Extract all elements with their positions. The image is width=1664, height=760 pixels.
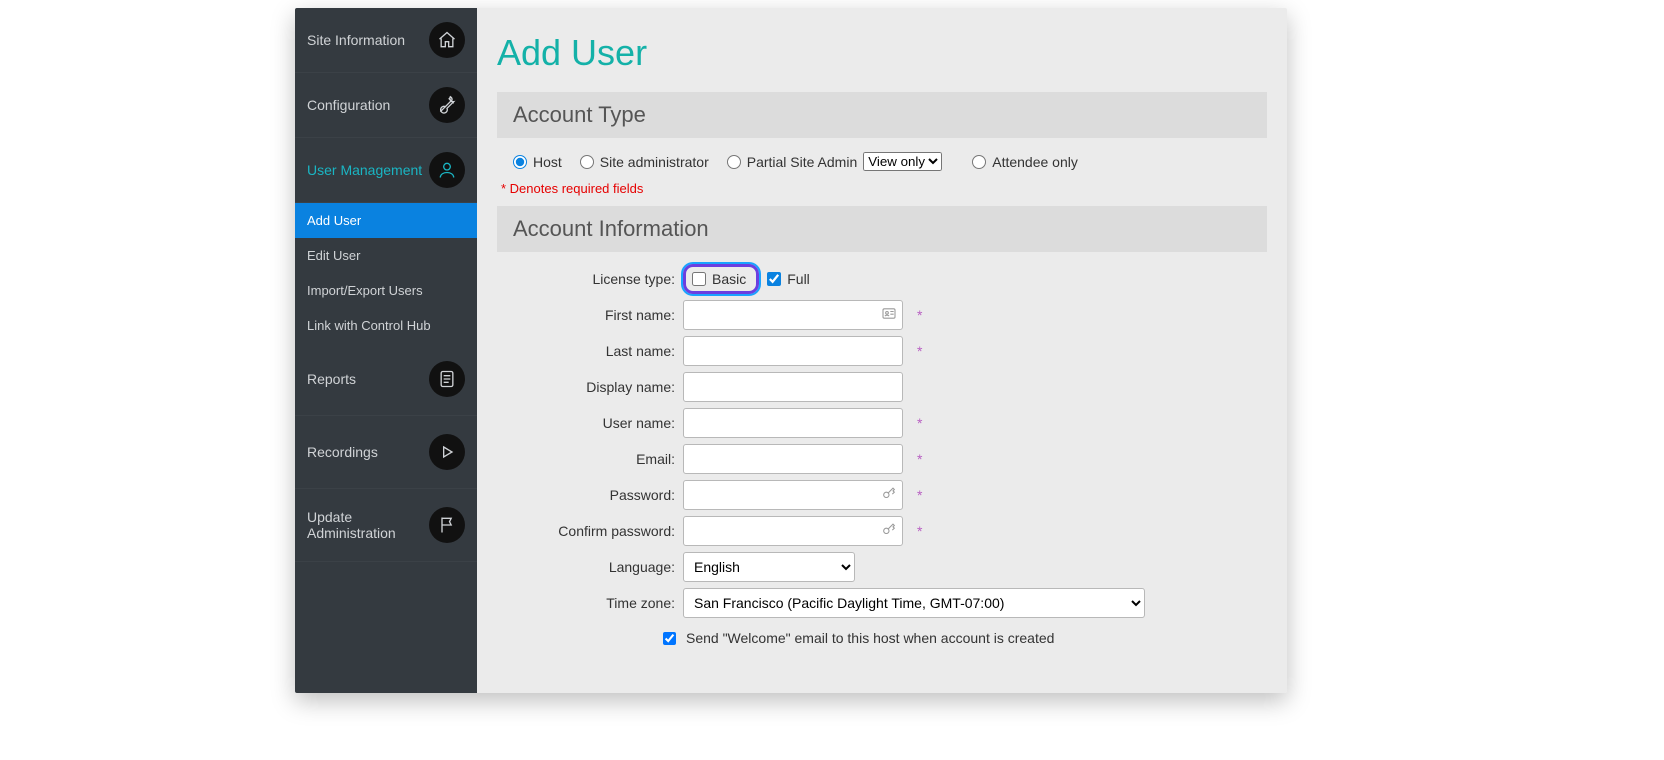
language-select[interactable]: English bbox=[683, 552, 855, 582]
radio-host-input[interactable] bbox=[513, 155, 527, 169]
label-user-name: User name: bbox=[497, 415, 683, 431]
sidebar-label: Recordings bbox=[307, 444, 429, 460]
last-name-input[interactable] bbox=[683, 336, 903, 366]
main-content: Add User Account Type Host Site administ… bbox=[477, 8, 1287, 693]
checkbox-license-basic-label: Basic bbox=[712, 271, 746, 287]
app-window: Site Information Configuration User Mana… bbox=[295, 8, 1287, 693]
sidebar-item-recordings[interactable]: Recordings bbox=[295, 416, 477, 489]
row-user-name: User name: * bbox=[497, 408, 1267, 438]
play-icon bbox=[429, 434, 465, 470]
sidebar-submenu-user-management: Add User Edit User Import/Export Users L… bbox=[295, 203, 477, 343]
row-confirm-password: Confirm password: * bbox=[497, 516, 1267, 546]
row-send-welcome: Send "Welcome" email to this host when a… bbox=[497, 630, 1267, 646]
radio-attendee-only-label: Attendee only bbox=[992, 154, 1078, 170]
password-input[interactable] bbox=[683, 480, 903, 510]
sidebar-item-configuration[interactable]: Configuration bbox=[295, 73, 477, 138]
sidebar-label: Reports bbox=[307, 371, 429, 387]
sidebar-label: User Management bbox=[307, 162, 429, 178]
sidebar-label: Update Administration bbox=[307, 509, 429, 541]
radio-site-admin[interactable]: Site administrator bbox=[580, 154, 709, 170]
account-info-form: License type: Basic Full First name bbox=[497, 252, 1267, 646]
sidebar-subitem-import-export-users[interactable]: Import/Export Users bbox=[295, 273, 477, 308]
radio-partial-site-admin-input[interactable] bbox=[727, 155, 741, 169]
radio-host[interactable]: Host bbox=[513, 154, 562, 170]
send-welcome-label: Send "Welcome" email to this host when a… bbox=[686, 630, 1054, 646]
sidebar-subitem-add-user[interactable]: Add User bbox=[295, 203, 477, 238]
tools-icon bbox=[429, 87, 465, 123]
checkbox-license-full-label: Full bbox=[787, 271, 810, 287]
row-last-name: Last name: * bbox=[497, 336, 1267, 366]
contact-card-icon bbox=[881, 306, 897, 325]
partial-site-admin-select[interactable]: View only bbox=[863, 152, 942, 171]
sidebar-item-user-management[interactable]: User Management bbox=[295, 138, 477, 203]
row-display-name: Display name: bbox=[497, 372, 1267, 402]
sidebar-subitem-edit-user[interactable]: Edit User bbox=[295, 238, 477, 273]
account-type-row: Host Site administrator Partial Site Adm… bbox=[497, 138, 1267, 181]
sidebar-subitem-link-control-hub[interactable]: Link with Control Hub bbox=[295, 308, 477, 343]
required-star: * bbox=[917, 487, 922, 503]
user-name-input[interactable] bbox=[683, 408, 903, 438]
row-language: Language: English bbox=[497, 552, 1267, 582]
label-confirm-password: Confirm password: bbox=[497, 523, 683, 539]
label-first-name: First name: bbox=[497, 307, 683, 323]
label-display-name: Display name: bbox=[497, 379, 683, 395]
radio-partial-site-admin[interactable]: Partial Site Admin View only bbox=[727, 152, 943, 171]
sidebar: Site Information Configuration User Mana… bbox=[295, 8, 477, 693]
confirm-password-input[interactable] bbox=[683, 516, 903, 546]
radio-attendee-only-input[interactable] bbox=[972, 155, 986, 169]
user-icon bbox=[429, 152, 465, 188]
row-first-name: First name: * bbox=[497, 300, 1267, 330]
radio-host-label: Host bbox=[533, 154, 562, 170]
label-password: Password: bbox=[497, 487, 683, 503]
row-password: Password: * bbox=[497, 480, 1267, 510]
label-last-name: Last name: bbox=[497, 343, 683, 359]
sidebar-item-update-administration[interactable]: Update Administration bbox=[295, 489, 477, 562]
flag-icon bbox=[429, 507, 465, 543]
section-header-account-information: Account Information bbox=[497, 206, 1267, 252]
page-title: Add User bbox=[497, 32, 1267, 74]
display-name-input[interactable] bbox=[683, 372, 903, 402]
sidebar-item-reports[interactable]: Reports bbox=[295, 343, 477, 416]
first-name-input[interactable] bbox=[683, 300, 903, 330]
section-header-account-type: Account Type bbox=[497, 92, 1267, 138]
row-license-type: License type: Basic Full bbox=[497, 264, 1267, 294]
required-note: * Denotes required fields bbox=[497, 181, 1267, 206]
radio-site-admin-label: Site administrator bbox=[600, 154, 709, 170]
checkbox-license-basic-input[interactable] bbox=[692, 272, 706, 286]
home-icon bbox=[429, 22, 465, 58]
sidebar-item-site-information[interactable]: Site Information bbox=[295, 8, 477, 73]
required-star: * bbox=[917, 343, 922, 359]
label-language: Language: bbox=[497, 559, 683, 575]
sidebar-label: Site Information bbox=[307, 32, 429, 48]
required-star: * bbox=[917, 523, 922, 539]
label-email: Email: bbox=[497, 451, 683, 467]
checkbox-license-basic[interactable]: Basic bbox=[692, 271, 746, 287]
send-welcome-checkbox[interactable] bbox=[663, 632, 676, 645]
email-input[interactable] bbox=[683, 444, 903, 474]
key-icon[interactable] bbox=[881, 486, 897, 505]
checkbox-license-full-input[interactable] bbox=[767, 272, 781, 286]
row-time-zone: Time zone: San Francisco (Pacific Daylig… bbox=[497, 588, 1267, 618]
radio-partial-site-admin-label: Partial Site Admin bbox=[747, 154, 858, 170]
required-star: * bbox=[917, 307, 922, 323]
time-zone-select[interactable]: San Francisco (Pacific Daylight Time, GM… bbox=[683, 588, 1145, 618]
required-star: * bbox=[917, 451, 922, 467]
sidebar-label: Configuration bbox=[307, 97, 429, 113]
document-icon bbox=[429, 361, 465, 397]
checkbox-license-full[interactable]: Full bbox=[767, 271, 810, 287]
label-time-zone: Time zone: bbox=[497, 595, 683, 611]
required-star: * bbox=[917, 415, 922, 431]
radio-attendee-only[interactable]: Attendee only bbox=[972, 154, 1078, 170]
highlight-basic-license: Basic bbox=[683, 264, 759, 294]
row-email: Email: * bbox=[497, 444, 1267, 474]
key-icon[interactable] bbox=[881, 522, 897, 541]
label-license-type: License type: bbox=[497, 271, 683, 287]
radio-site-admin-input[interactable] bbox=[580, 155, 594, 169]
